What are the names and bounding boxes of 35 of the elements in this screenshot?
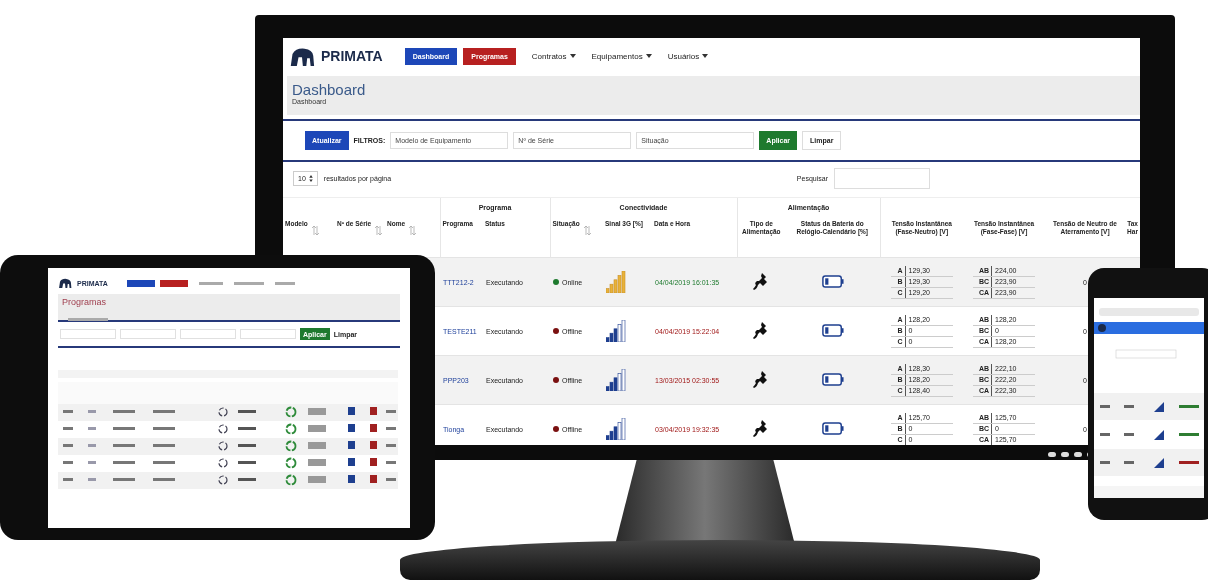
signal-icon — [606, 319, 626, 342]
filter-field[interactable] — [120, 329, 176, 339]
gorilla-logo-icon — [289, 46, 315, 66]
battery-icon — [821, 373, 844, 386]
battery-icon — [821, 324, 844, 337]
battery-icon — [821, 275, 844, 288]
gorilla-logo-icon — [58, 278, 72, 288]
sort-icon — [583, 226, 591, 235]
sort-icon — [375, 226, 383, 235]
signal-icon — [606, 270, 626, 293]
filter-field[interactable] — [60, 329, 116, 339]
filter-field[interactable] — [240, 329, 296, 339]
nav-menu[interactable]: Usuários — [667, 51, 700, 61]
sort-icon — [409, 226, 417, 235]
nav-menu[interactable]: Equipamentos — [591, 51, 643, 61]
signal-icon — [606, 368, 626, 391]
search-field[interactable] — [834, 167, 930, 189]
battery-icon — [821, 422, 844, 436]
updown-icon — [308, 174, 313, 182]
caret-icon — [645, 54, 652, 58]
filter-field[interactable] — [180, 329, 236, 339]
nav-button[interactable] — [159, 279, 188, 287]
signal-icon — [606, 417, 626, 440]
page-title: Programas — [62, 297, 107, 307]
blurred-menu[interactable] — [233, 281, 264, 285]
nav-button[interactable] — [126, 279, 155, 287]
blurred-breadcrumb — [68, 318, 108, 321]
caret-icon — [702, 54, 709, 58]
nav-menu[interactable]: Contratos — [531, 51, 567, 61]
caret-icon — [569, 54, 576, 58]
logo-text: PRIMATA — [321, 48, 383, 64]
blurred-menu[interactable] — [274, 281, 295, 285]
page-title: Dashboard — [292, 82, 367, 98]
blurred-menu[interactable] — [198, 281, 223, 285]
sort-icon — [311, 226, 319, 235]
